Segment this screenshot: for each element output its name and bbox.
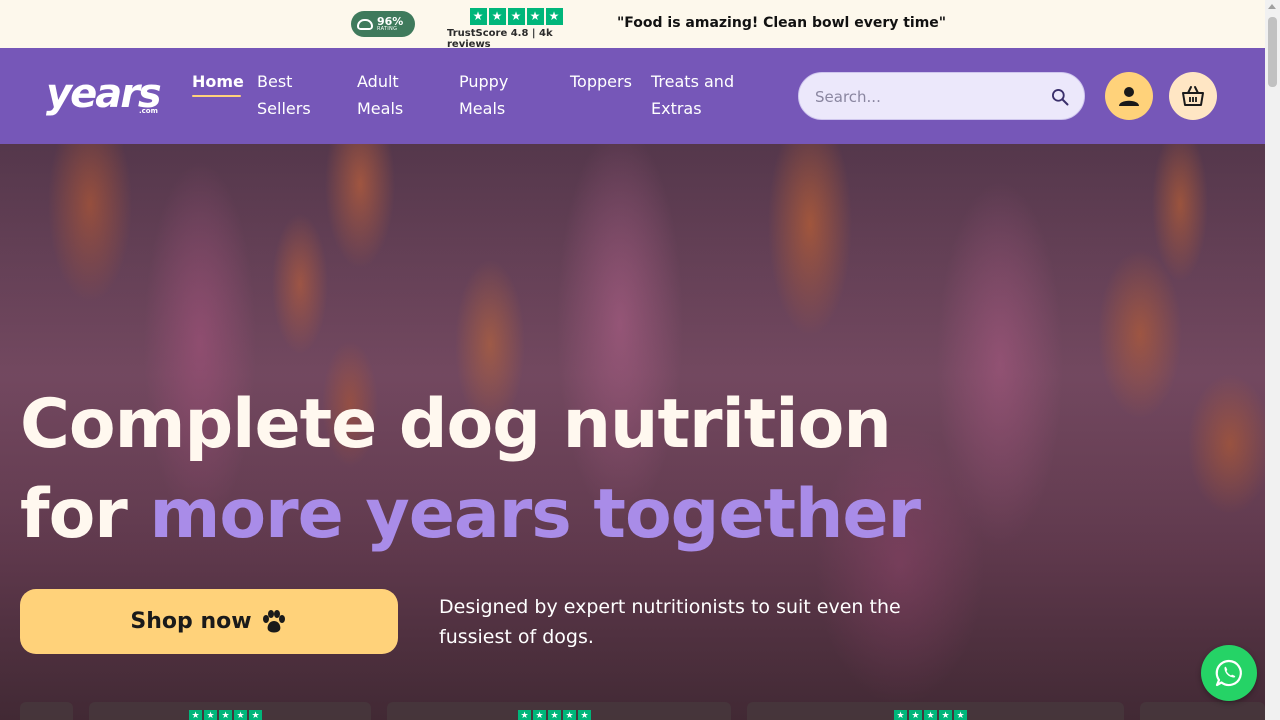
nav-puppy-meals[interactable]: Puppy Meals bbox=[459, 68, 508, 122]
review-card[interactable]: ★ ★ ★ ★ ★ bbox=[89, 702, 371, 720]
customer-quote: "Food is amazing! Clean bowl every time" bbox=[617, 15, 947, 31]
nav-active-indicator bbox=[192, 95, 241, 97]
hero-banner: Complete dog nutrition for more years to… bbox=[0, 144, 1265, 720]
logo-suffix: .com bbox=[139, 107, 158, 115]
headline-accent: more years together bbox=[149, 475, 922, 554]
review-stars: ★ ★ ★ ★ ★ bbox=[518, 710, 591, 720]
basket-icon bbox=[1182, 86, 1204, 106]
star-icon: ★ bbox=[545, 8, 563, 25]
search-bar bbox=[798, 72, 1085, 120]
star-icon: ★ bbox=[533, 710, 546, 720]
star-icon: ★ bbox=[526, 8, 544, 25]
review-card[interactable]: ★ ★ ★ ★ ★ bbox=[747, 702, 1124, 720]
whatsapp-chat-button[interactable] bbox=[1201, 645, 1257, 701]
nav-best-sellers[interactable]: Best Sellers bbox=[257, 68, 311, 122]
trust-bar: 96% RATING ★ ★ ★ ★ ★ TrustScore 4.8 | 4k… bbox=[0, 0, 1265, 50]
site-header: years .com Home Best Sellers Adult Meals… bbox=[0, 48, 1265, 144]
star-icon: ★ bbox=[954, 710, 967, 720]
star-icon: ★ bbox=[909, 710, 922, 720]
paw-icon bbox=[262, 609, 285, 632]
star-icon: ★ bbox=[488, 8, 506, 25]
star-icon: ★ bbox=[518, 710, 531, 720]
star-icon: ★ bbox=[939, 710, 952, 720]
star-icon: ★ bbox=[249, 710, 262, 720]
star-icon: ★ bbox=[469, 8, 487, 25]
star-icon: ★ bbox=[548, 710, 561, 720]
review-stars: ★ ★ ★ ★ ★ bbox=[894, 710, 967, 720]
search-icon[interactable] bbox=[1050, 87, 1070, 107]
nav-adult-meals[interactable]: Adult Meals bbox=[357, 68, 403, 122]
trustpilot-widget[interactable]: ★ ★ ★ ★ ★ TrustScore 4.8 | 4k reviews bbox=[447, 8, 585, 50]
hero-headline: Complete dog nutrition for more years to… bbox=[20, 385, 922, 554]
search-input[interactable] bbox=[815, 85, 1035, 109]
star-icon: ★ bbox=[924, 710, 937, 720]
review-card[interactable]: ★ ★ ★ ★ ★ bbox=[387, 702, 731, 720]
star-icon: ★ bbox=[894, 710, 907, 720]
scroll-thumb[interactable] bbox=[1268, 17, 1277, 87]
star-icon: ★ bbox=[204, 710, 217, 720]
whatsapp-icon bbox=[1215, 659, 1242, 687]
shop-now-button[interactable]: Shop now bbox=[20, 589, 398, 654]
nav-treats-and-extras[interactable]: Treats and Extras bbox=[651, 68, 734, 122]
page-scrollbar[interactable] bbox=[1265, 0, 1280, 720]
scroll-up-arrow-icon[interactable] bbox=[1268, 4, 1276, 9]
rating-label: RATING bbox=[377, 26, 398, 32]
star-icon: ★ bbox=[234, 710, 247, 720]
trustscore-text: TrustScore 4.8 | 4k reviews bbox=[447, 28, 553, 50]
bowl-icon bbox=[357, 18, 373, 30]
cart-button[interactable] bbox=[1169, 72, 1217, 120]
trustpilot-stars: ★ ★ ★ ★ ★ bbox=[469, 8, 563, 25]
nav-toppers[interactable]: Toppers bbox=[570, 68, 632, 95]
star-icon: ★ bbox=[563, 710, 576, 720]
review-card[interactable] bbox=[20, 702, 73, 720]
hero-description: Designed by expert nutritionists to suit… bbox=[439, 596, 901, 648]
rating-badge: 96% RATING bbox=[351, 11, 415, 37]
review-stars: ★ ★ ★ ★ ★ bbox=[189, 710, 262, 720]
star-icon: ★ bbox=[219, 710, 232, 720]
account-button[interactable] bbox=[1105, 72, 1153, 120]
user-icon bbox=[1119, 87, 1139, 106]
review-card[interactable] bbox=[1140, 702, 1265, 720]
star-icon: ★ bbox=[578, 710, 591, 720]
nav-home[interactable]: Home bbox=[192, 68, 244, 95]
star-icon: ★ bbox=[189, 710, 202, 720]
star-icon: ★ bbox=[507, 8, 525, 25]
